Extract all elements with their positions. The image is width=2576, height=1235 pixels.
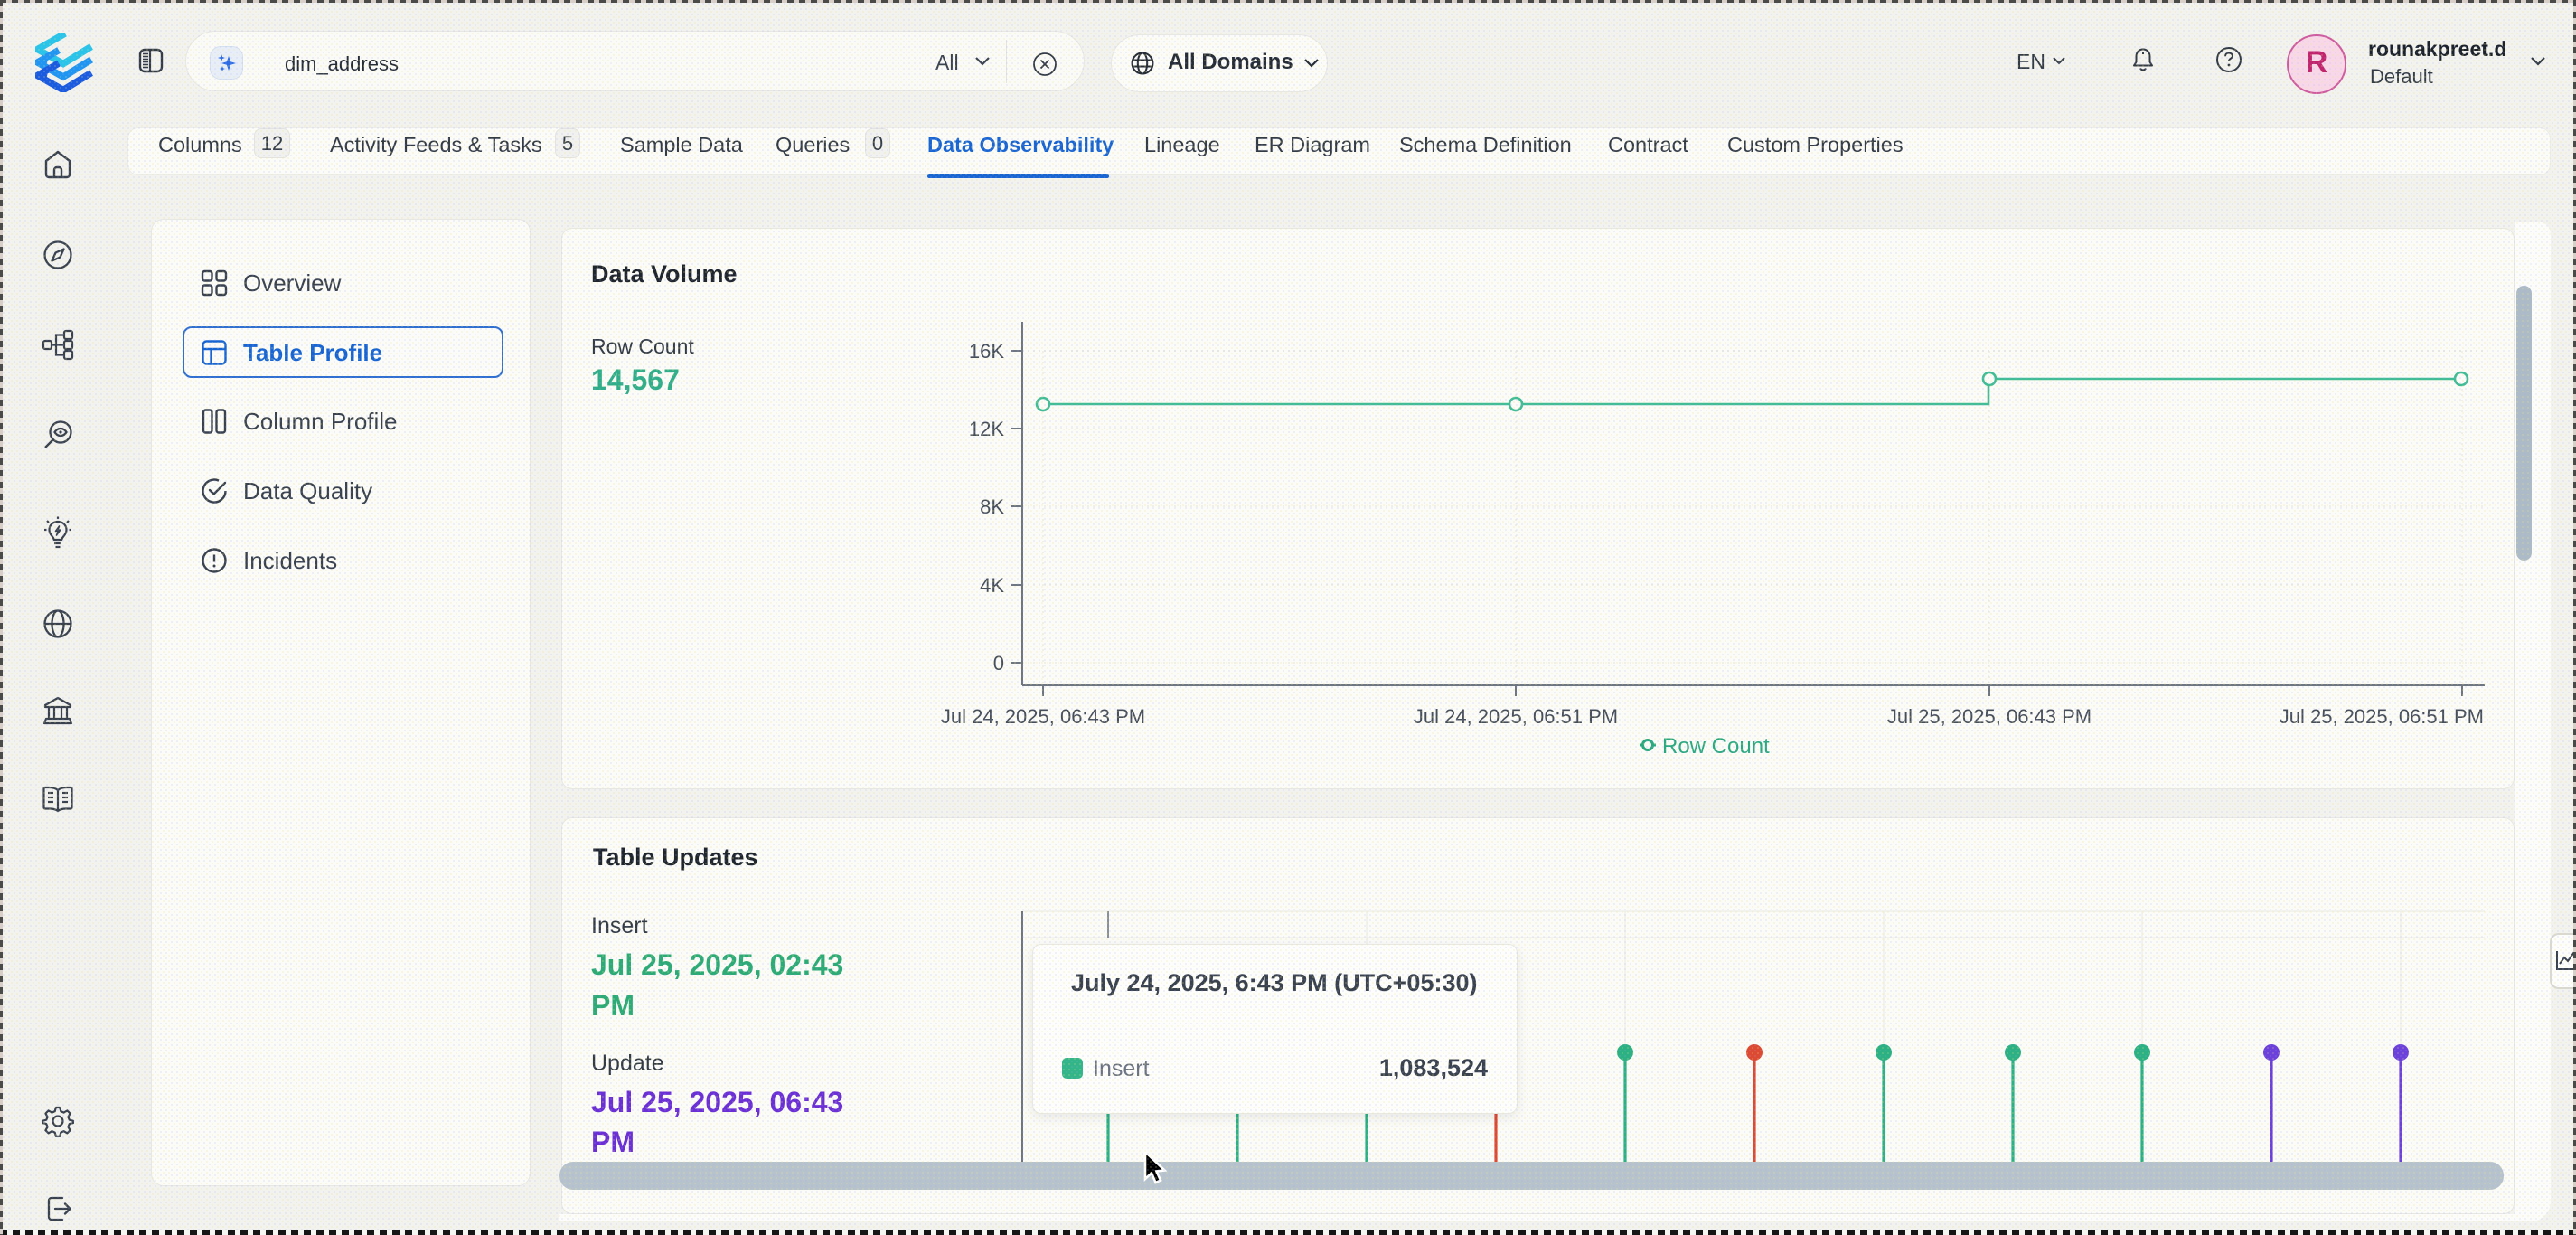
svg-text:Row Count: Row Count xyxy=(1662,734,1770,759)
svg-text:Jul 24, 2025, 06:51 PM: Jul 24, 2025, 06:51 PM xyxy=(1414,705,1618,728)
svg-text:16K: 16K xyxy=(969,340,1004,363)
svg-text:8K: 8K xyxy=(980,495,1004,518)
svg-text:Jul 25, 2025, 06:43 PM: Jul 25, 2025, 06:43 PM xyxy=(1887,705,2092,728)
svg-text:12K: 12K xyxy=(969,418,1004,440)
svg-text:Jul 24, 2025, 06:43 PM: Jul 24, 2025, 06:43 PM xyxy=(941,705,1145,728)
svg-text:0: 0 xyxy=(993,652,1004,674)
svg-text:4K: 4K xyxy=(980,574,1004,597)
svg-text:Jul 25, 2025, 06:51 PM: Jul 25, 2025, 06:51 PM xyxy=(2280,705,2484,728)
